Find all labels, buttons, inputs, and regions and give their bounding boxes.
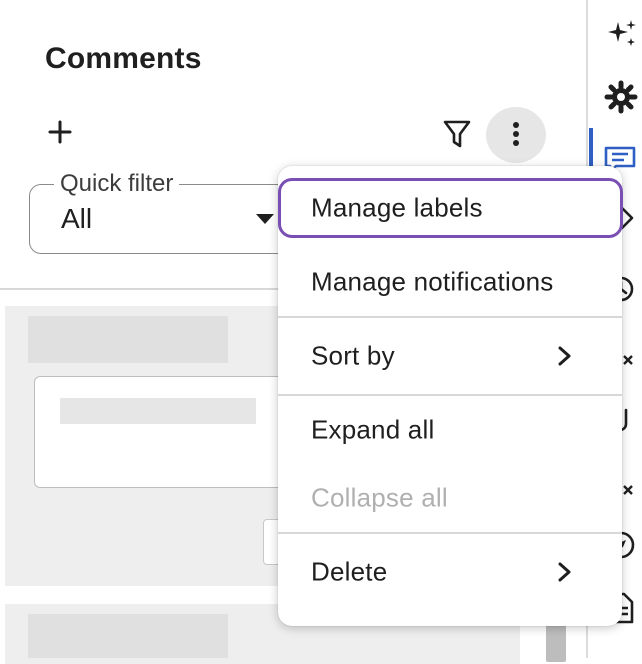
filter-button[interactable] [440,116,474,152]
gear-icon[interactable] [604,80,638,114]
quick-filter-label: Quick filter [54,170,180,198]
menu-item-label: Sort by [311,340,395,371]
skeleton-bar [28,614,228,658]
menu-item-label: Manage notifications [311,266,554,297]
more-vertical-icon [513,122,519,146]
menu-divider [278,532,622,534]
panel-title: Comments [45,42,202,75]
skeleton-bar [28,316,228,363]
skeleton-bar [60,398,256,424]
menu-divider [278,316,622,318]
chevron-right-icon [558,562,571,582]
options-menu: Manage labels Manage notifications Sort … [278,166,623,626]
menu-item-manage-labels[interactable]: Manage labels [278,178,623,238]
plus-icon [48,120,72,144]
quick-filter-value: All [61,203,93,234]
menu-item-collapse-all: Collapse all [278,468,622,528]
menu-item-label: Manage labels [311,192,483,223]
sparkle-icon[interactable] [606,18,638,50]
menu-divider [278,394,622,396]
comment-input-placeholder [34,376,314,488]
menu-item-sort-by[interactable]: Sort by [278,326,622,386]
more-options-button[interactable] [486,107,546,163]
menu-item-label: Delete [311,556,388,587]
menu-item-expand-all[interactable]: Expand all [278,400,622,460]
menu-item-manage-notifications[interactable]: Manage notifications [278,252,622,312]
menu-item-label: Expand all [311,414,435,445]
funnel-icon [443,120,471,148]
chevron-right-icon [558,346,571,366]
scrollbar-thumb[interactable] [546,622,566,662]
dropdown-caret-icon [256,214,274,224]
menu-item-label: Collapse all [311,482,448,513]
add-comment-button[interactable] [44,116,76,148]
menu-item-delete[interactable]: Delete [278,542,622,602]
